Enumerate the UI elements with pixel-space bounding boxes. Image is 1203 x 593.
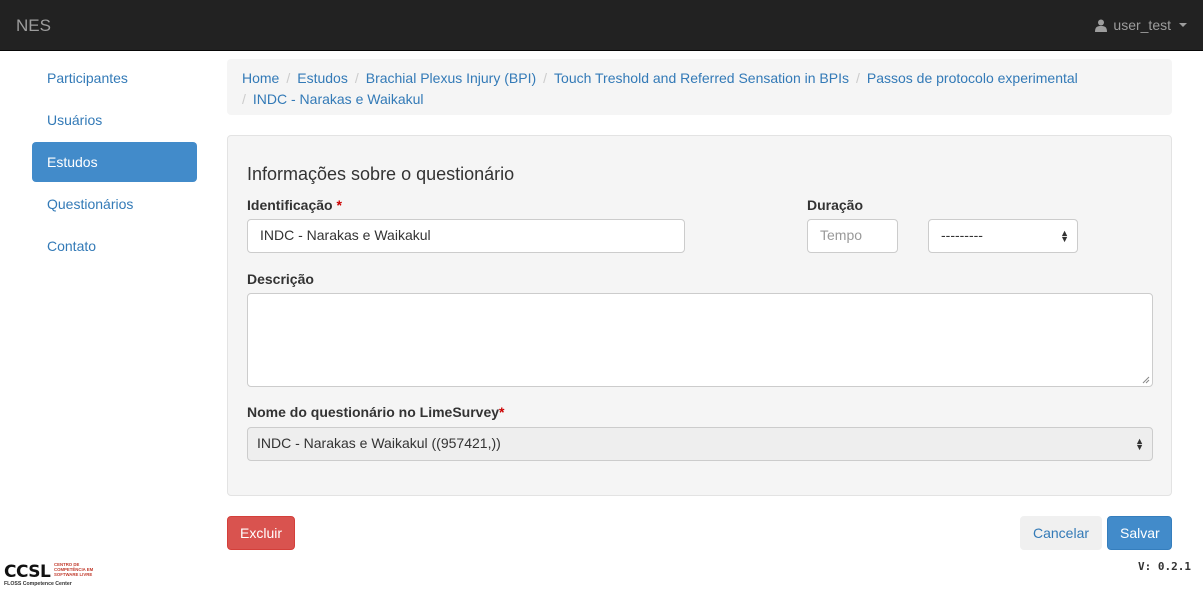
sidebar-item-usuarios[interactable]: Usuários [32,100,197,140]
sidebar-item-participantes[interactable]: Participantes [32,58,197,98]
delete-button[interactable]: Excluir [227,516,295,550]
breadcrumb-experiment[interactable]: Touch Treshold and Referred Sensation in… [554,70,849,86]
top-navbar: NES user_test [0,0,1203,51]
form-title: Informações sobre o questionário [247,164,515,184]
required-mark: * [499,404,505,420]
identification-label: Identificação * [247,197,342,213]
chevron-down-icon [1179,23,1187,27]
sidebar-item-questionarios[interactable]: Questionários [32,184,197,224]
duration-input[interactable]: Tempo [807,219,898,253]
save-button[interactable]: Salvar [1107,516,1172,550]
identification-input[interactable]: INDC - Narakas e Waikakul [247,219,685,253]
breadcrumb-home[interactable]: Home [242,70,279,86]
user-name: user_test [1113,17,1171,33]
description-label: Descrição [247,271,314,287]
breadcrumb-separator: / [286,70,291,86]
logo-subtitle: FLOSS Competence Center [4,581,72,587]
breadcrumb-estudos[interactable]: Estudos [297,70,348,86]
breadcrumb-separator: / [855,70,860,86]
breadcrumb-separator: / [543,70,548,86]
duration-unit-select[interactable]: --------- ▲ ▼ [928,219,1078,253]
ccsl-logo: CCSL CENTRO DE COMPETÊNCIA EM SOFTWARE L… [4,560,96,588]
breadcrumb: Home / Estudos / Brachial Plexus Injury (BPI… [227,59,1172,115]
logo-tagline: CENTRO DE COMPETÊNCIA EM SOFTWARE LIVRE [54,562,94,577]
limesurvey-select[interactable]: INDC - Narakas e Waikakul ((957421,)) ▲ ▼ [247,427,1153,461]
brand-logo[interactable]: NES [16,16,51,36]
user-menu[interactable]: user_test [1095,17,1187,33]
select-arrows-icon: ▲ ▼ [1135,436,1144,452]
sidebar-item-contato[interactable]: Contato [32,226,197,266]
description-textarea[interactable] [247,293,1153,387]
sidebar-item-estudos[interactable]: Estudos [32,142,197,182]
duration-unit-value: --------- [941,227,983,243]
duration-label: Duração [807,197,864,213]
select-arrows-icon: ▲ ▼ [1060,228,1069,244]
logo-text: CCSL [4,562,51,582]
breadcrumb-separator: / [354,70,359,86]
breadcrumb-protocol[interactable]: Passos de protocolo experimental [867,70,1078,86]
breadcrumb-separator: / [242,91,246,107]
breadcrumb-current[interactable]: INDC - Narakas e Waikakul [253,91,424,107]
required-mark: * [336,197,342,213]
questionnaire-form-panel: Informações sobre o questionário Identif… [227,135,1172,496]
sidebar: Participantes Usuários Estudos Questioná… [32,58,197,268]
cancel-button[interactable]: Cancelar [1020,516,1102,550]
duration-placeholder: Tempo [820,227,863,243]
limesurvey-label: Nome do questionário no LimeSurvey* [247,404,505,420]
breadcrumb-study[interactable]: Brachial Plexus Injury (BPI) [366,70,536,86]
version-label: V: 0.2.1 [1138,560,1191,573]
limesurvey-value: INDC - Narakas e Waikakul ((957421,)) [257,435,501,451]
user-icon [1095,19,1108,32]
resize-handle-icon[interactable] [1142,376,1150,384]
